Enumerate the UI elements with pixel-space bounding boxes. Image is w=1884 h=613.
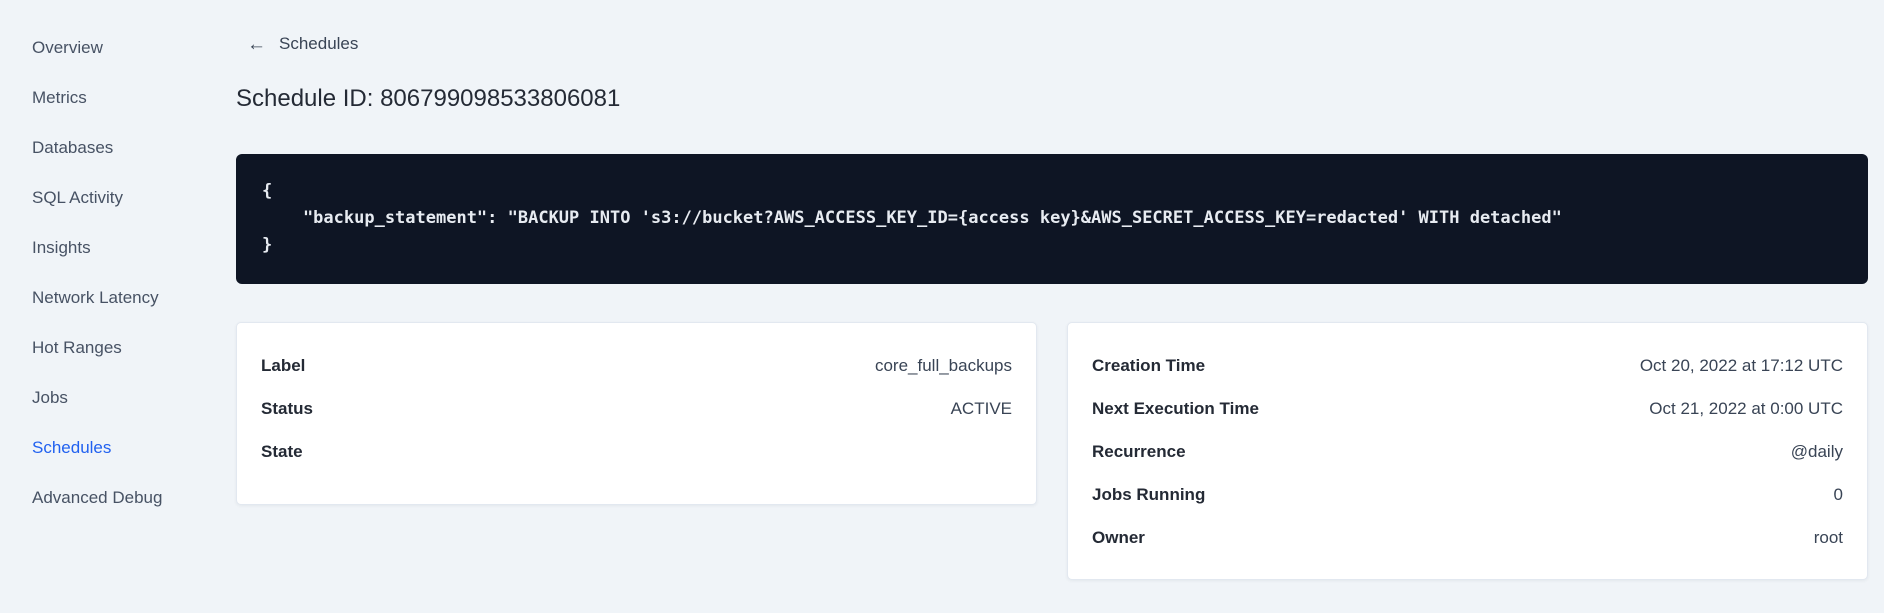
detail-row-status: Status ACTIVE — [261, 398, 1012, 420]
sidebar-item-label: Advanced Debug — [32, 488, 163, 507]
sidebar-item-label: Overview — [32, 38, 103, 57]
detail-row-label: Label core_full_backups — [261, 355, 1012, 377]
sidebar-item-databases[interactable]: Databases — [0, 123, 236, 173]
sidebar-item-label: Hot Ranges — [32, 338, 122, 357]
row-label: Owner — [1092, 527, 1145, 547]
main-content: ← Schedules Schedule ID: 806799098533806… — [236, 0, 1884, 613]
sidebar-item-label: SQL Activity — [32, 188, 124, 207]
schedule-statement-code-block: { "backup_statement": "BACKUP INTO 's3:/… — [236, 153, 1868, 284]
sidebar-item-label: Jobs — [32, 388, 68, 407]
sidebar-item-jobs[interactable]: Jobs — [0, 373, 236, 423]
detail-row-jobs-running: Jobs Running 0 — [1092, 484, 1843, 506]
sidebar-item-metrics[interactable]: Metrics — [0, 73, 236, 123]
row-label: Next Execution Time — [1092, 398, 1259, 418]
row-label: Creation Time — [1092, 355, 1206, 375]
detail-row-owner: Owner root — [1092, 527, 1843, 549]
row-label: Jobs Running — [1092, 484, 1206, 504]
arrow-left-icon: ← — [247, 33, 266, 55]
sidebar-item-sql-activity[interactable]: SQL Activity — [0, 173, 236, 223]
page-title: Schedule ID: 806799098533806081 — [236, 84, 621, 112]
detail-row-state: State — [261, 441, 1012, 463]
detail-row-creation-time: Creation Time Oct 20, 2022 at 17:12 UTC — [1092, 355, 1843, 377]
sidebar-item-overview[interactable]: Overview — [0, 23, 236, 73]
row-label: Label — [261, 355, 306, 375]
sidebar-nav: Overview Metrics Databases SQL Activity … — [0, 0, 236, 613]
sidebar-item-label: Databases — [32, 138, 114, 157]
detail-cards-row: Label core_full_backups Status ACTIVE St… — [236, 321, 1868, 580]
sidebar-item-network-latency[interactable]: Network Latency — [0, 273, 236, 323]
execution-details-card: Creation Time Oct 20, 2022 at 17:12 UTC … — [1067, 321, 1868, 580]
sidebar-item-advanced-debug[interactable]: Advanced Debug — [0, 473, 236, 523]
row-value: ACTIVE — [950, 398, 1012, 418]
row-label: Status — [261, 398, 313, 418]
back-to-schedules-link[interactable]: ← Schedules — [247, 34, 358, 54]
sidebar-item-label: Insights — [32, 238, 91, 257]
row-value: @daily — [1790, 441, 1843, 461]
detail-row-recurrence: Recurrence @daily — [1092, 441, 1843, 463]
row-label: Recurrence — [1092, 441, 1186, 461]
schedule-details-card: Label core_full_backups Status ACTIVE St… — [236, 321, 1037, 505]
row-value: 0 — [1833, 484, 1843, 504]
row-value: Oct 21, 2022 at 0:00 UTC — [1649, 398, 1843, 418]
sidebar-item-schedules[interactable]: Schedules — [0, 423, 236, 473]
sidebar-item-label: Network Latency — [32, 288, 159, 307]
detail-row-next-execution-time: Next Execution Time Oct 21, 2022 at 0:00… — [1092, 398, 1843, 420]
app-root: Overview Metrics Databases SQL Activity … — [0, 0, 1884, 613]
sidebar-item-insights[interactable]: Insights — [0, 223, 236, 273]
back-link-label: Schedules — [279, 34, 359, 53]
row-value: core_full_backups — [874, 355, 1012, 375]
sidebar-item-label: Schedules — [32, 438, 112, 457]
row-value: Oct 20, 2022 at 17:12 UTC — [1639, 355, 1843, 375]
sidebar-item-label: Metrics — [32, 88, 87, 107]
row-label: State — [261, 441, 303, 461]
row-value: root — [1813, 527, 1843, 547]
sidebar-item-hot-ranges[interactable]: Hot Ranges — [0, 323, 236, 373]
